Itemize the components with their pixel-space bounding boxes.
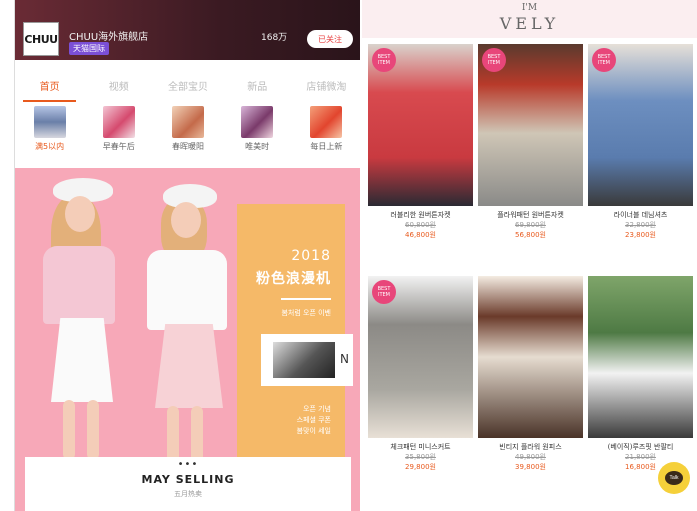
promo-panel: 2018 粉色浪漫机 봄처럼 오픈 이벤 오픈 기념 스페셜 쿠폰 봄맞이 세일: [237, 204, 345, 460]
product-name: 라이너블 데님셔츠: [613, 211, 668, 219]
product-sale-price: 23,800원: [625, 231, 656, 239]
tab-new[interactable]: 新品: [223, 72, 292, 102]
promo-title: 粉色浪漫机: [256, 271, 331, 287]
best-item-badge: BEST ITEM: [372, 280, 396, 304]
category-image: [310, 106, 343, 138]
product-original-price: 69,800원: [515, 221, 546, 229]
product-sale-price: 56,800원: [515, 231, 546, 239]
category-item[interactable]: 每日上新: [298, 106, 354, 164]
product-original-price: 60,800원: [405, 221, 436, 229]
brand-logo: VELY: [499, 14, 560, 33]
category-item[interactable]: 满5以内: [22, 106, 78, 164]
product-name: 빈티지 플라워 원피스: [499, 443, 562, 451]
best-item-badge: BEST ITEM: [592, 48, 616, 72]
promo-divider: [281, 298, 331, 300]
product-name: 체크패턴 미니스커트: [390, 443, 451, 451]
category-row: 满5以内 早春午后 春晖暖阳 唯美时 每日上新: [15, 106, 360, 164]
product-card[interactable]: BEST ITEM 러블리한 원버튼자켓 60,800원 46,800원: [368, 44, 473, 244]
tab-video[interactable]: 视频: [84, 72, 153, 102]
may-selling-subtitle: 五月热卖: [174, 490, 202, 498]
product-card[interactable]: BEST ITEM 체크패턴 미니스커트 35,800원 29,800원: [368, 276, 473, 486]
product-card[interactable]: BEST ITEM 플라워패턴 원버튼자켓 69,800원 56,800원: [478, 44, 583, 244]
product-original-price: 21,800원: [625, 453, 656, 461]
tab-all-items[interactable]: 全部宝贝: [153, 72, 222, 102]
left-phone-screen: CHUU CHUU海外旗舰店 天猫国际 168万 已关注 首页 视频 全部宝贝 …: [14, 0, 360, 511]
promo-card: N: [261, 334, 353, 386]
tab-feed[interactable]: 店铺微淘: [292, 72, 360, 102]
category-label: 唯美时: [245, 142, 270, 151]
product-sale-price: 29,800원: [405, 463, 436, 471]
category-label: 春晖暖阳: [171, 142, 204, 151]
category-image: [171, 106, 204, 138]
follow-button[interactable]: 已关注: [307, 30, 353, 48]
promo-year: 2018: [291, 248, 331, 264]
store-logo[interactable]: CHUU: [23, 22, 59, 56]
category-image: [102, 106, 135, 138]
store-name: CHUU海外旗舰店: [69, 32, 149, 43]
promo-card-image: [273, 342, 335, 378]
right-phone-screen: I'M VELY BEST ITEM 러블리한 원버튼자켓 60,800원 46…: [362, 0, 697, 511]
category-item[interactable]: 唯美时: [229, 106, 285, 164]
best-item-badge: BEST ITEM: [482, 48, 506, 72]
may-selling-title: MAY SELLING: [141, 473, 235, 486]
tmall-global-badge: 天猫国际: [69, 42, 109, 55]
promo-foot-text: 오픈 기념 스페셜 쿠폰 봄맞이 세일: [296, 405, 331, 435]
product-name: 러블리한 원버튼자켓: [390, 211, 451, 219]
page: CHUU CHUU海外旗舰店 天猫国际 168万 已关注 首页 视频 全部宝贝 …: [0, 0, 697, 511]
category-item[interactable]: 春晖暖阳: [160, 106, 216, 164]
product-image: [478, 276, 583, 438]
product-card[interactable]: 빈티지 플라워 원피스 49,800원 39,800원: [478, 276, 583, 486]
product-original-price: 49,800원: [515, 453, 546, 461]
category-label: 满5以内: [35, 142, 65, 151]
store-tabs: 首页 视频 全部宝贝 新品 店铺微淘: [15, 72, 360, 102]
product-name: (베이직)루즈핏 반팔티: [607, 443, 674, 451]
category-image: [33, 106, 66, 138]
category-image: [241, 106, 274, 138]
product-name: 플라워패턴 원버튼자켓: [497, 211, 564, 219]
brand-line1: I'M: [521, 3, 538, 13]
may-selling-section[interactable]: ••• MAY SELLING 五月热卖: [25, 457, 351, 511]
product-original-price: 32,800원: [625, 221, 656, 229]
promo-subtitle: 봄처럼 오픈 이벤: [281, 309, 331, 317]
product-sale-price: 46,800원: [405, 231, 436, 239]
product-card[interactable]: BEST ITEM 라이너블 데님셔츠 32,800원 23,800원: [588, 44, 693, 244]
category-item[interactable]: 早春午后: [91, 106, 147, 164]
chat-bubble-icon: Talk: [665, 471, 683, 485]
promo-card-letter: N: [340, 352, 349, 366]
product-image: [588, 276, 693, 438]
chat-button[interactable]: Talk: [658, 462, 690, 494]
product-sale-price: 39,800원: [515, 463, 546, 471]
brand-header: I'M VELY: [362, 0, 697, 38]
category-label: 每日上新: [310, 142, 343, 151]
more-dots-icon: •••: [177, 459, 199, 470]
product-card[interactable]: (베이직)루즈핏 반팔티 21,800원 16,800원: [588, 276, 693, 486]
tab-home[interactable]: 首页: [15, 72, 84, 102]
fan-count: 168万: [261, 33, 288, 43]
best-item-badge: BEST ITEM: [372, 48, 396, 72]
category-label: 早春午后: [102, 142, 135, 151]
store-header: CHUU CHUU海外旗舰店 天猫国际 168万 已关注: [15, 0, 360, 60]
product-original-price: 35,800원: [405, 453, 436, 461]
